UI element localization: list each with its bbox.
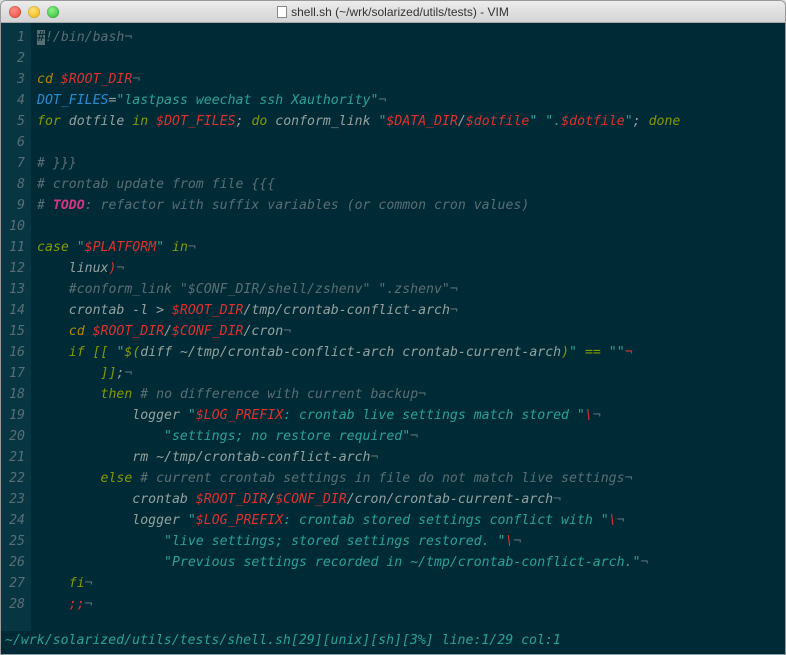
document-icon (277, 6, 287, 18)
line-number: 28 (7, 594, 25, 615)
line-number: 16 (7, 342, 25, 363)
code-line[interactable]: cd $ROOT_DIR¬ (37, 69, 680, 90)
code-line[interactable]: logger "$LOG_PREFIX: crontab live settin… (37, 405, 680, 426)
window: shell.sh (~/wrk/solarized/utils/tests) -… (0, 0, 786, 655)
line-number: 1 (7, 27, 25, 48)
code-line[interactable]: ;;¬ (37, 594, 680, 615)
line-number: 7 (7, 153, 25, 174)
code-line[interactable]: #!/bin/bash¬ (37, 27, 680, 48)
editor: 1234567891011121314151617181920212223242… (1, 23, 785, 654)
code-line[interactable]: if [[ "$(diff ~/tmp/crontab-conflict-arc… (37, 342, 680, 363)
zoom-icon[interactable] (47, 6, 59, 18)
code-line[interactable]: ]];¬ (37, 363, 680, 384)
line-number: 21 (7, 447, 25, 468)
line-number: 25 (7, 531, 25, 552)
code-line[interactable]: rm ~/tmp/crontab-conflict-arch¬ (37, 447, 680, 468)
close-icon[interactable] (9, 6, 21, 18)
code-line[interactable]: DOT_FILES="lastpass weechat ssh Xauthori… (37, 90, 680, 111)
code-line[interactable] (37, 132, 680, 153)
window-title-text: shell.sh (~/wrk/solarized/utils/tests) -… (291, 5, 509, 19)
line-number: 12 (7, 258, 25, 279)
window-title: shell.sh (~/wrk/solarized/utils/tests) -… (1, 5, 785, 19)
code-line[interactable]: # crontab update from file {{{ (37, 174, 680, 195)
line-number: 27 (7, 573, 25, 594)
line-number: 15 (7, 321, 25, 342)
code-line[interactable]: fi¬ (37, 573, 680, 594)
code-line[interactable]: crontab -l > $ROOT_DIR/tmp/crontab-confl… (37, 300, 680, 321)
code-line[interactable]: crontab $ROOT_DIR/$CONF_DIR/cron/crontab… (37, 489, 680, 510)
line-number: 18 (7, 384, 25, 405)
line-number: 6 (7, 132, 25, 153)
minimize-icon[interactable] (28, 6, 40, 18)
line-number: 9 (7, 195, 25, 216)
status-bar: ~/wrk/solarized/utils/tests/shell.sh[29]… (1, 631, 785, 654)
code-line[interactable]: else # current crontab settings in file … (37, 468, 680, 489)
code-line[interactable]: "settings; no restore required"¬ (37, 426, 680, 447)
code-line[interactable]: # TODO: refactor with suffix variables (… (37, 195, 680, 216)
code-line[interactable] (37, 216, 680, 237)
line-number-gutter: 1234567891011121314151617181920212223242… (1, 23, 31, 631)
code-line[interactable]: #conform_link "$CONF_DIR/shell/zshenv" "… (37, 279, 680, 300)
line-number: 10 (7, 216, 25, 237)
line-number: 22 (7, 468, 25, 489)
line-number: 13 (7, 279, 25, 300)
line-number: 24 (7, 510, 25, 531)
traffic-lights (1, 6, 59, 18)
code-lines[interactable]: #!/bin/bash¬ cd $ROOT_DIR¬DOT_FILES="las… (31, 23, 680, 631)
line-number: 26 (7, 552, 25, 573)
code-line[interactable]: "Previous settings recorded in ~/tmp/cro… (37, 552, 680, 573)
code-line[interactable]: linux)¬ (37, 258, 680, 279)
code-line[interactable]: # }}} (37, 153, 680, 174)
code-line[interactable] (37, 48, 680, 69)
code-line[interactable]: "live settings; stored settings restored… (37, 531, 680, 552)
line-number: 4 (7, 90, 25, 111)
line-number: 17 (7, 363, 25, 384)
line-number: 5 (7, 111, 25, 132)
line-number: 23 (7, 489, 25, 510)
line-number: 11 (7, 237, 25, 258)
line-number: 2 (7, 48, 25, 69)
line-number: 20 (7, 426, 25, 447)
code-line[interactable]: logger "$LOG_PREFIX: crontab stored sett… (37, 510, 680, 531)
line-number: 3 (7, 69, 25, 90)
code-line[interactable]: then # no difference with current backup… (37, 384, 680, 405)
code-area[interactable]: 1234567891011121314151617181920212223242… (1, 23, 785, 631)
code-line[interactable]: cd $ROOT_DIR/$CONF_DIR/cron¬ (37, 321, 680, 342)
code-line[interactable]: for dotfile in $DOT_FILES; do conform_li… (37, 111, 680, 132)
line-number: 8 (7, 174, 25, 195)
line-number: 19 (7, 405, 25, 426)
line-number: 14 (7, 300, 25, 321)
titlebar[interactable]: shell.sh (~/wrk/solarized/utils/tests) -… (1, 1, 785, 23)
code-line[interactable]: case "$PLATFORM" in¬ (37, 237, 680, 258)
